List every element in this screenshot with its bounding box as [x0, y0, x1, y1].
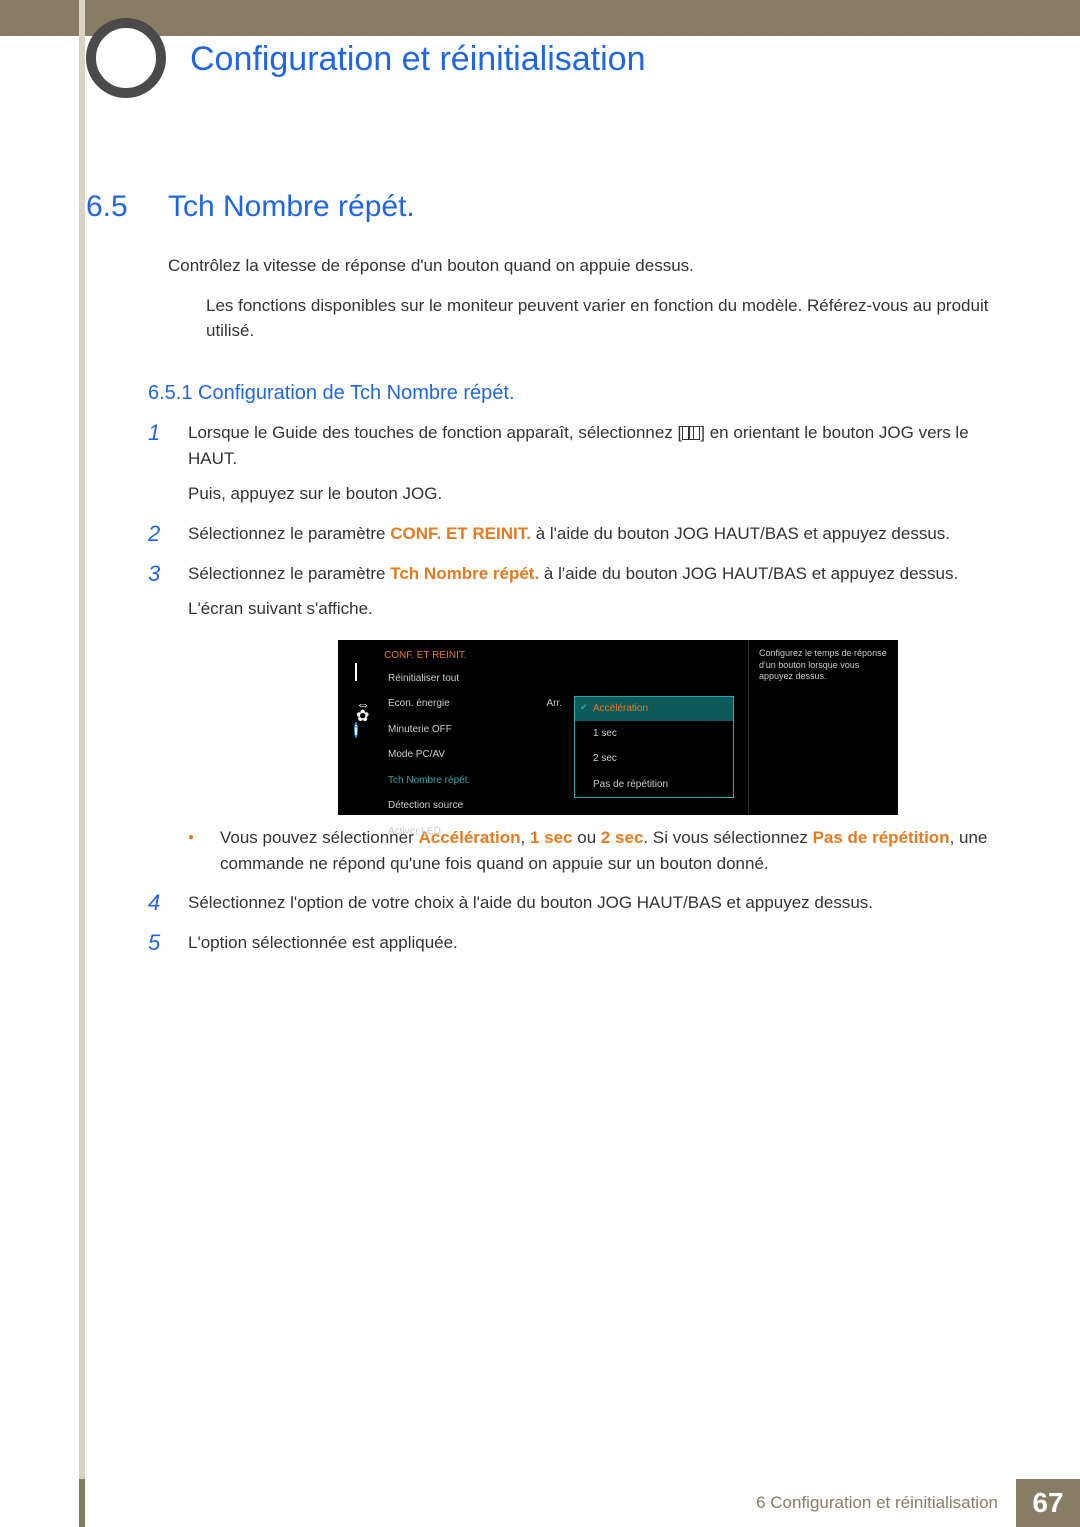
text-fragment: Sélectionnez le paramètre: [188, 524, 390, 543]
osd-item: Mode PC/AV: [380, 742, 570, 768]
footer-page-number: 67: [1016, 1479, 1080, 1527]
step-1: 1 Lorsque le Guide des touches de foncti…: [148, 420, 1000, 515]
page-footer: 6 Configuration et réinitialisation 67: [0, 1479, 1080, 1527]
osd-submenu-item: 1 sec: [575, 721, 733, 747]
note-paragraph: Les fonctions disponibles sur le moniteu…: [206, 294, 1000, 343]
step-2: 2 Sélectionnez le paramètre CONF. ET REI…: [148, 521, 1000, 555]
osd-submenu: Accélération 1 sec 2 sec Pas de répétiti…: [574, 696, 734, 798]
subsection-heading: 6.5.1 Configuration de Tch Nombre répét.: [148, 382, 515, 405]
osd-item: Minuterie OFF: [380, 717, 570, 743]
osd-submenu-item: Pas de répétition: [575, 772, 733, 798]
step-number: 1: [148, 420, 188, 515]
osd-menu-title: CONF. ET REINIT.: [380, 646, 748, 666]
osd-menu: CONF. ET REINIT. Réinitialiser tout Econ…: [374, 640, 748, 815]
bullet-icon: ●: [188, 825, 220, 878]
osd-item: Econ. énergieArr.: [380, 691, 570, 717]
step-text: L'option sélectionnée est appliquée.: [188, 930, 458, 956]
step-text: Sélectionnez l'option de votre choix à l…: [188, 890, 873, 916]
osd-help-text: Configurez le temps de réponse d'un bout…: [748, 640, 898, 815]
highlight: CONF. ET REINIT.: [390, 524, 531, 543]
step-text: L'écran suivant s'affiche.: [188, 596, 1000, 622]
step-3: 3 Sélectionnez le paramètre Tch Nombre r…: [148, 561, 1000, 883]
step-text: Sélectionnez le paramètre Tch Nombre rép…: [188, 561, 1000, 587]
osd-submenu-selected: Accélération: [575, 697, 733, 721]
step-number: 2: [148, 521, 188, 555]
step-number: 5: [148, 930, 188, 964]
bullet-item: ● Vous pouvez sélectionner Accélération,…: [188, 825, 1000, 878]
text-fragment: à l'aide du bouton JOG HAUT/BAS et appuy…: [531, 524, 950, 543]
step-text: Sélectionnez le paramètre CONF. ET REINI…: [188, 521, 950, 547]
highlight: Tch Nombre répét.: [390, 564, 539, 583]
footer-rail-accent: [79, 1479, 85, 1527]
left-margin-rail: [79, 0, 85, 1527]
text-fragment: Sélectionnez le paramètre: [188, 564, 390, 583]
top-bar: [0, 0, 1080, 36]
text-fragment: à l'aide du bouton JOG HAUT/BAS et appuy…: [539, 564, 958, 583]
osd-icon-column: i: [338, 640, 374, 815]
intro-paragraph: Contrôlez la vitesse de réponse d'un bou…: [168, 254, 1000, 278]
menu-icon: [682, 426, 700, 440]
section-number: 6.5: [86, 190, 156, 224]
steps-list: 1 Lorsque le Guide des touches de foncti…: [148, 420, 1000, 970]
osd-item: Réinitialiser tout: [380, 666, 570, 692]
chapter-title: Configuration et réinitialisation: [190, 40, 645, 79]
osd-item: Activer LED: [380, 819, 570, 845]
section-title: Tch Nombre répét.: [168, 190, 415, 224]
chapter-badge-icon: [86, 18, 166, 98]
step-text: Lorsque le Guide des touches de fonction…: [188, 420, 1000, 473]
step-number: 4: [148, 890, 188, 924]
bullet-text: Vous pouvez sélectionner Accélération, 1…: [220, 825, 1000, 878]
step-number: 3: [148, 561, 188, 883]
step-text: Puis, appuyez sur le bouton JOG.: [188, 481, 1000, 507]
osd-item: Détection source: [380, 793, 570, 819]
step-4: 4 Sélectionnez l'option de votre choix à…: [148, 890, 1000, 924]
footer-chapter-label: 6 Configuration et réinitialisation: [738, 1479, 1016, 1527]
text-fragment: Lorsque le Guide des touches de fonction…: [188, 423, 682, 442]
osd-submenu-item: 2 sec: [575, 746, 733, 772]
osd-item-selected: Tch Nombre répét.: [380, 768, 570, 794]
step-5: 5 L'option sélectionnée est appliquée.: [148, 930, 1000, 964]
window-icon: [355, 662, 357, 684]
osd-screenshot: i CONF. ET REINIT. Réinitialiser tout Ec…: [338, 640, 1000, 815]
